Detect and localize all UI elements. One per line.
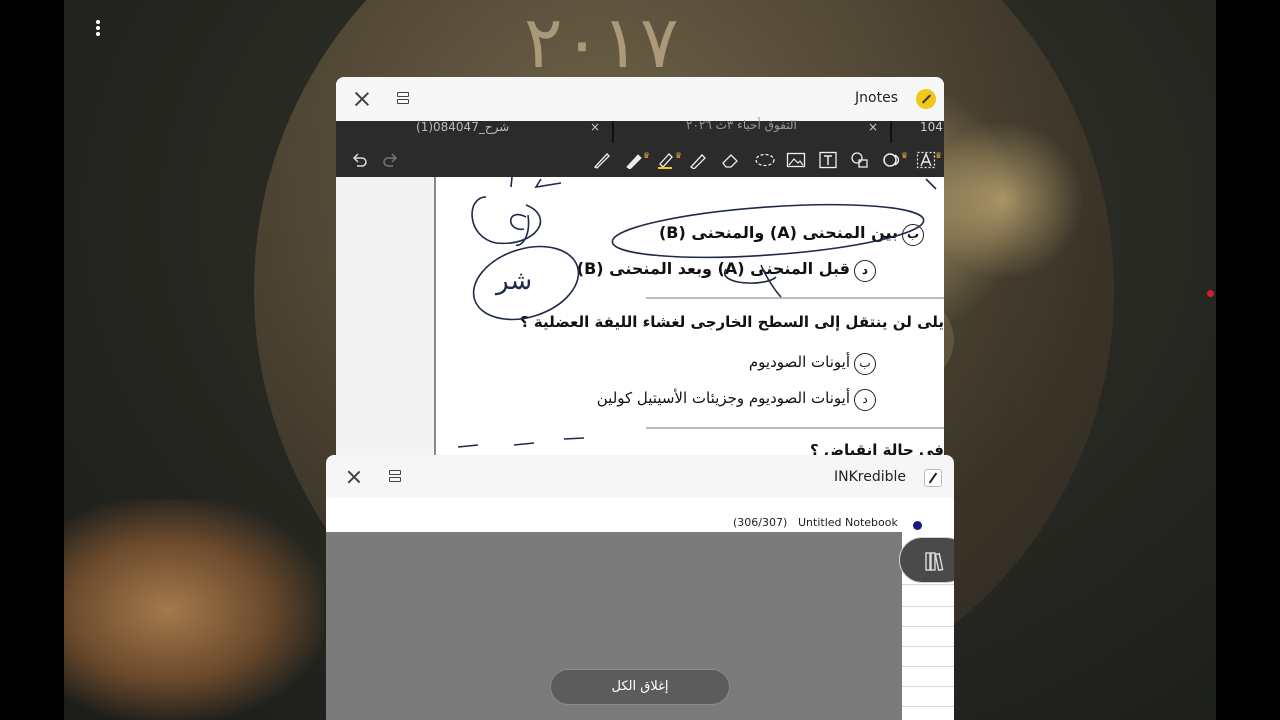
redo-icon[interactable] xyxy=(380,151,400,169)
image-icon[interactable] xyxy=(786,151,806,169)
inkredible-window: INKredible (306/307) Untitled Notebook إ… xyxy=(326,455,954,720)
handwriting-ink: شر xyxy=(457,177,937,448)
jnotes-logo-icon xyxy=(916,89,936,109)
jnotes-window: Jnotes شرح_084047(1) × التفوق أحياء ٣ث ٢… xyxy=(336,77,944,457)
notebook-name[interactable]: Untitled Notebook xyxy=(798,516,898,529)
drawing-toolbar: ♛ ♛ ♛ ♛ xyxy=(336,143,944,177)
overflow-menu-icon[interactable] xyxy=(96,20,100,40)
shapes-icon[interactable] xyxy=(850,151,870,169)
inkredible-titlebar: INKredible xyxy=(326,455,954,498)
color-dot-icon[interactable] xyxy=(913,521,922,530)
tab-label: شرح_084047(1) xyxy=(416,120,510,134)
app-title: INKredible xyxy=(833,469,906,485)
eraser-icon[interactable] xyxy=(720,151,740,169)
close-icon[interactable] xyxy=(354,91,370,107)
text-icon[interactable] xyxy=(818,151,838,169)
document-page[interactable]: ببين المنحنى (A) والمنحنى (B) دقبل المنح… xyxy=(336,177,944,457)
tab-label: 104 xyxy=(920,120,943,134)
page-count: (306/307) xyxy=(733,516,788,529)
handwritten-note: شر xyxy=(494,266,532,296)
pencil-icon[interactable]: ♛ xyxy=(624,151,650,170)
app-title: Jnotes xyxy=(855,90,898,106)
highlighter-icon[interactable]: ♛ xyxy=(656,151,682,169)
tab-document-3[interactable]: 104 xyxy=(892,121,944,143)
split-view-icon[interactable] xyxy=(397,92,409,105)
marker-icon[interactable] xyxy=(688,151,708,170)
tab-label: التفوق أحياء ٣ث ٢٠٢٦ xyxy=(686,118,797,132)
tab-close-icon[interactable]: × xyxy=(868,121,878,134)
wallpaper-digits: ٢٠١٧ xyxy=(524,0,679,84)
tab-document-1[interactable]: شرح_084047(1) × xyxy=(336,121,612,143)
tab-document-2[interactable]: التفوق أحياء ٣ث ٢٠٢٦ × xyxy=(614,118,890,143)
close-icon[interactable] xyxy=(347,470,361,484)
text-recognition-icon[interactable]: ♛ xyxy=(916,151,942,169)
notebook-header: (306/307) Untitled Notebook xyxy=(326,514,902,532)
jnotes-titlebar: Jnotes xyxy=(336,77,944,121)
pen-icon[interactable] xyxy=(592,151,612,169)
rock-graphic xyxy=(64,500,324,720)
undo-icon[interactable] xyxy=(350,151,370,169)
status-dot xyxy=(1207,290,1214,297)
ocr-icon[interactable]: ♛ xyxy=(882,151,908,169)
tab-close-icon[interactable]: × xyxy=(590,121,600,134)
split-view-icon[interactable] xyxy=(389,470,401,483)
close-all-button[interactable]: إغلاق الكل xyxy=(550,669,730,705)
library-button[interactable] xyxy=(899,537,954,583)
tab-bar: شرح_084047(1) × التفوق أحياء ٣ث ٢٠٢٦ × 1… xyxy=(336,118,944,143)
inkredible-logo-icon xyxy=(924,469,942,487)
lasso-icon[interactable] xyxy=(754,151,775,169)
library-icon xyxy=(925,552,944,572)
